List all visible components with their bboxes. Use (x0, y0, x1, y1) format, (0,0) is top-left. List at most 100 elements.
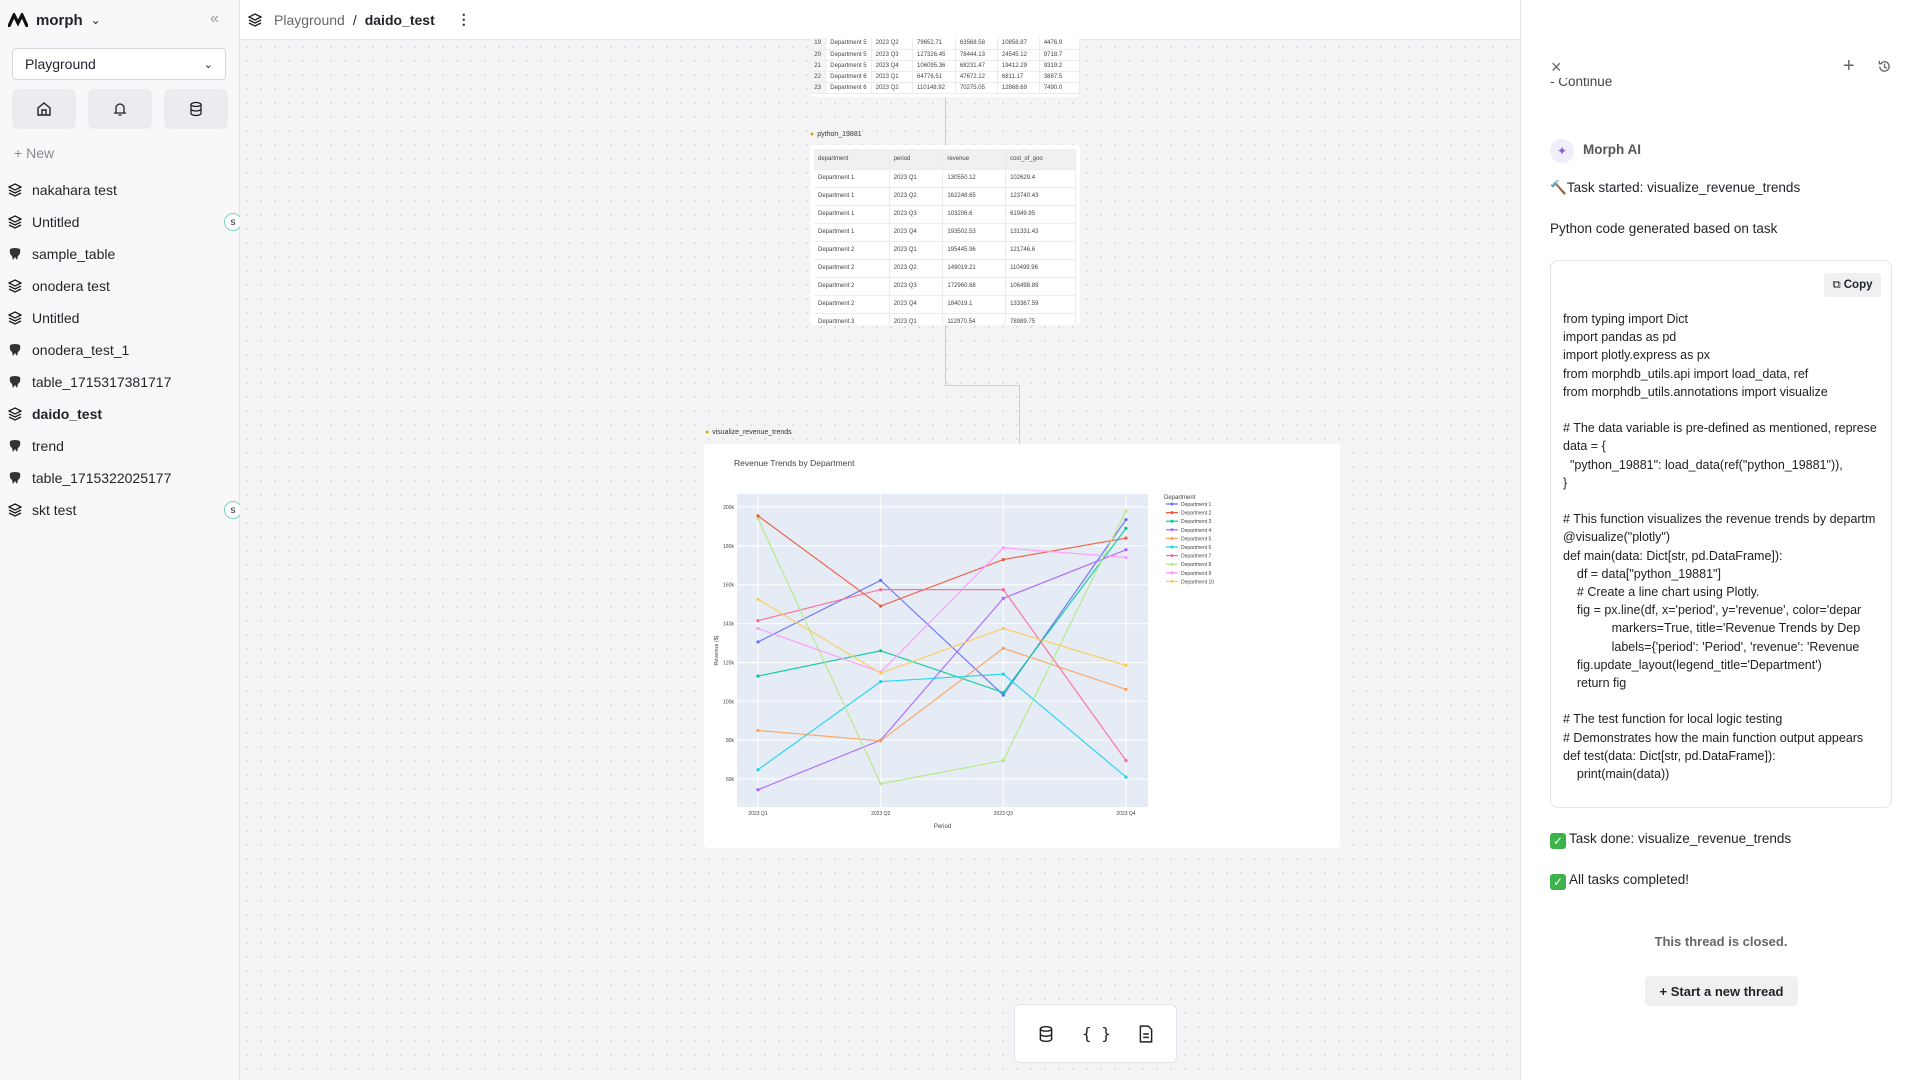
table-cell: 2023 Q2 (871, 38, 914, 50)
sidebar-item[interactable]: skt test s (0, 494, 242, 526)
sidebar-item[interactable]: daido_test (0, 398, 240, 430)
y-tick-label: 80k (726, 738, 735, 744)
table-cell: 78444.13 (955, 49, 998, 61)
table-cell: 68231.47 (955, 60, 998, 73)
notifications-button[interactable] (88, 89, 152, 129)
data-point (1124, 758, 1128, 763)
data-point (1001, 646, 1005, 650)
close-icon[interactable]: × (1551, 57, 1562, 78)
workspace-switcher[interactable]: morph ⌄ (8, 8, 101, 32)
table-row: Department 3 2023 Q1 112970.54 78989.75 (814, 313, 1076, 325)
task-started-text: Task started: visualize_revenue_trends (1566, 180, 1801, 195)
database-button[interactable] (164, 89, 228, 129)
code-content: from typing import Dict import pandas as… (1563, 312, 1877, 782)
code-braces-icon[interactable]: { } (1082, 1024, 1111, 1043)
data-point (1001, 587, 1005, 592)
start-new-thread-button[interactable]: + Start a new thread (1645, 976, 1798, 1006)
chart-title: Revenue Trends by Department (734, 458, 855, 468)
table-cell: 127326.45 (912, 49, 956, 61)
table-cell: 121746.6 (1005, 241, 1076, 260)
sidebar-item[interactable]: onodera test (0, 270, 240, 302)
sidebar-item[interactable]: Untitled s (0, 206, 242, 238)
table-cell: 47672.12 (955, 71, 998, 84)
sidebar-item-label: trend (32, 438, 64, 454)
y-tick-label: 160k (723, 583, 734, 589)
python-table-node[interactable]: department period revenue cost_of_goo Depart… (810, 145, 1080, 325)
history-icon[interactable] (1877, 59, 1892, 74)
column-header[interactable]: period (889, 149, 944, 170)
sidebar-item[interactable]: nakahara test (0, 174, 240, 206)
sidebar-item-label: table_1715317381717 (32, 374, 172, 390)
table-cell: Department 1 (814, 169, 890, 188)
breadcrumb-separator: / (352, 11, 357, 28)
database-icon[interactable] (1037, 1025, 1055, 1043)
table-row: 19 Department 5 2023 Q2 79652.71 63568.58 108… (810, 38, 1080, 50)
bell-icon (113, 103, 127, 116)
legend-marker (1170, 519, 1174, 523)
table-cell: 9718.7 (1039, 49, 1080, 61)
table-cell: 2023 Q3 (889, 205, 944, 224)
column-header[interactable]: department (814, 149, 890, 170)
sidebar-item[interactable]: trend (0, 430, 240, 462)
sidebar-item[interactable]: Untitled (0, 302, 240, 334)
legend-label: Department 10 (1181, 579, 1214, 585)
table-cell: Department 2 (814, 277, 890, 296)
table-cell: 162248.65 (942, 187, 1007, 206)
new-thread-plus-icon[interactable]: + (1843, 55, 1855, 78)
viz-node-label: ● visualize_revenue_trends (705, 429, 792, 436)
app-name: morph (36, 11, 83, 29)
table-cell: 4476.9 (1039, 38, 1080, 50)
breadcrumb-current: daido_test (364, 11, 435, 28)
sidebar-item[interactable]: table_1715322025177 (0, 462, 240, 494)
table-cell: 19 (810, 38, 827, 50)
table-cell: 131331.43 (1005, 223, 1076, 242)
workspace-select[interactable]: Playground ⌄ (12, 48, 226, 80)
table-cell: Department 5 (825, 49, 872, 61)
data-point (1124, 518, 1128, 522)
data-table: 19 Department 5 2023 Q2 79652.71 63568.58 108… (810, 38, 1080, 95)
column-header[interactable]: revenue (942, 149, 1007, 170)
data-point (1001, 596, 1005, 600)
python-icon: ● (705, 429, 710, 436)
data-point (879, 604, 883, 608)
sidebar-item[interactable]: table_1715317381717 (0, 366, 240, 398)
table-cell: 23 (810, 82, 827, 95)
home-button[interactable] (12, 89, 76, 129)
data-table: department period revenue cost_of_goo Depart… (814, 149, 1076, 325)
canvas-icon (8, 279, 22, 293)
top-table-node[interactable]: 19 Department 5 2023 Q2 79652.71 63568.58 108… (810, 38, 1080, 97)
data-point (879, 578, 883, 582)
data-point (1124, 526, 1128, 530)
table-row: 23 Department 6 2023 Q2 110148.92 70275.05 12… (810, 82, 1080, 95)
breadcrumb-parent[interactable]: Playground (274, 12, 345, 28)
column-header[interactable]: cost_of_goo (1005, 149, 1076, 170)
canvas[interactable]: 19 Department 5 2023 Q2 79652.71 63568.58 108… (240, 38, 1520, 1080)
table-cell: 78989.75 (1005, 313, 1076, 325)
chart-node[interactable]: Revenue Trends by Department 60k 80k 100k 12… (704, 444, 1340, 848)
python-node-name: python_19881 (817, 131, 862, 138)
legend-label: Department 7 (1181, 554, 1212, 560)
code-intro: Python code generated based on task (1550, 221, 1778, 236)
table-cell: 2023 Q4 (889, 295, 944, 314)
data-point (1124, 775, 1128, 779)
new-button[interactable]: + New (14, 145, 54, 161)
more-options-icon[interactable]: ⋮ (457, 11, 471, 28)
table-cell: 20 (810, 49, 827, 61)
python-node-label: ● python_19881 (810, 131, 862, 138)
copy-button[interactable]: ⧉ Copy (1824, 273, 1881, 297)
collapse-sidebar-icon[interactable]: « (210, 10, 219, 28)
sidebar-item[interactable]: sample_table (0, 238, 240, 270)
y-tick-label: 140k (723, 622, 734, 628)
document-icon[interactable] (1138, 1024, 1154, 1043)
table-cell: Department 1 (814, 187, 890, 206)
table-cell: 149019.21 (942, 259, 1007, 278)
sidebar-item[interactable]: onodera_test_1 (0, 334, 240, 366)
table-cell: Department 1 (814, 205, 890, 224)
table-row: 20 Department 5 2023 Q3 127326.45 78444.13 24… (810, 49, 1080, 61)
data-point (1124, 663, 1128, 667)
check-icon: ✓ (1550, 874, 1566, 890)
y-tick-label: 60k (726, 777, 735, 783)
table-cell: 10858.87 (997, 38, 1040, 50)
data-point (756, 788, 760, 792)
legend-label: Department 5 (1181, 536, 1212, 542)
